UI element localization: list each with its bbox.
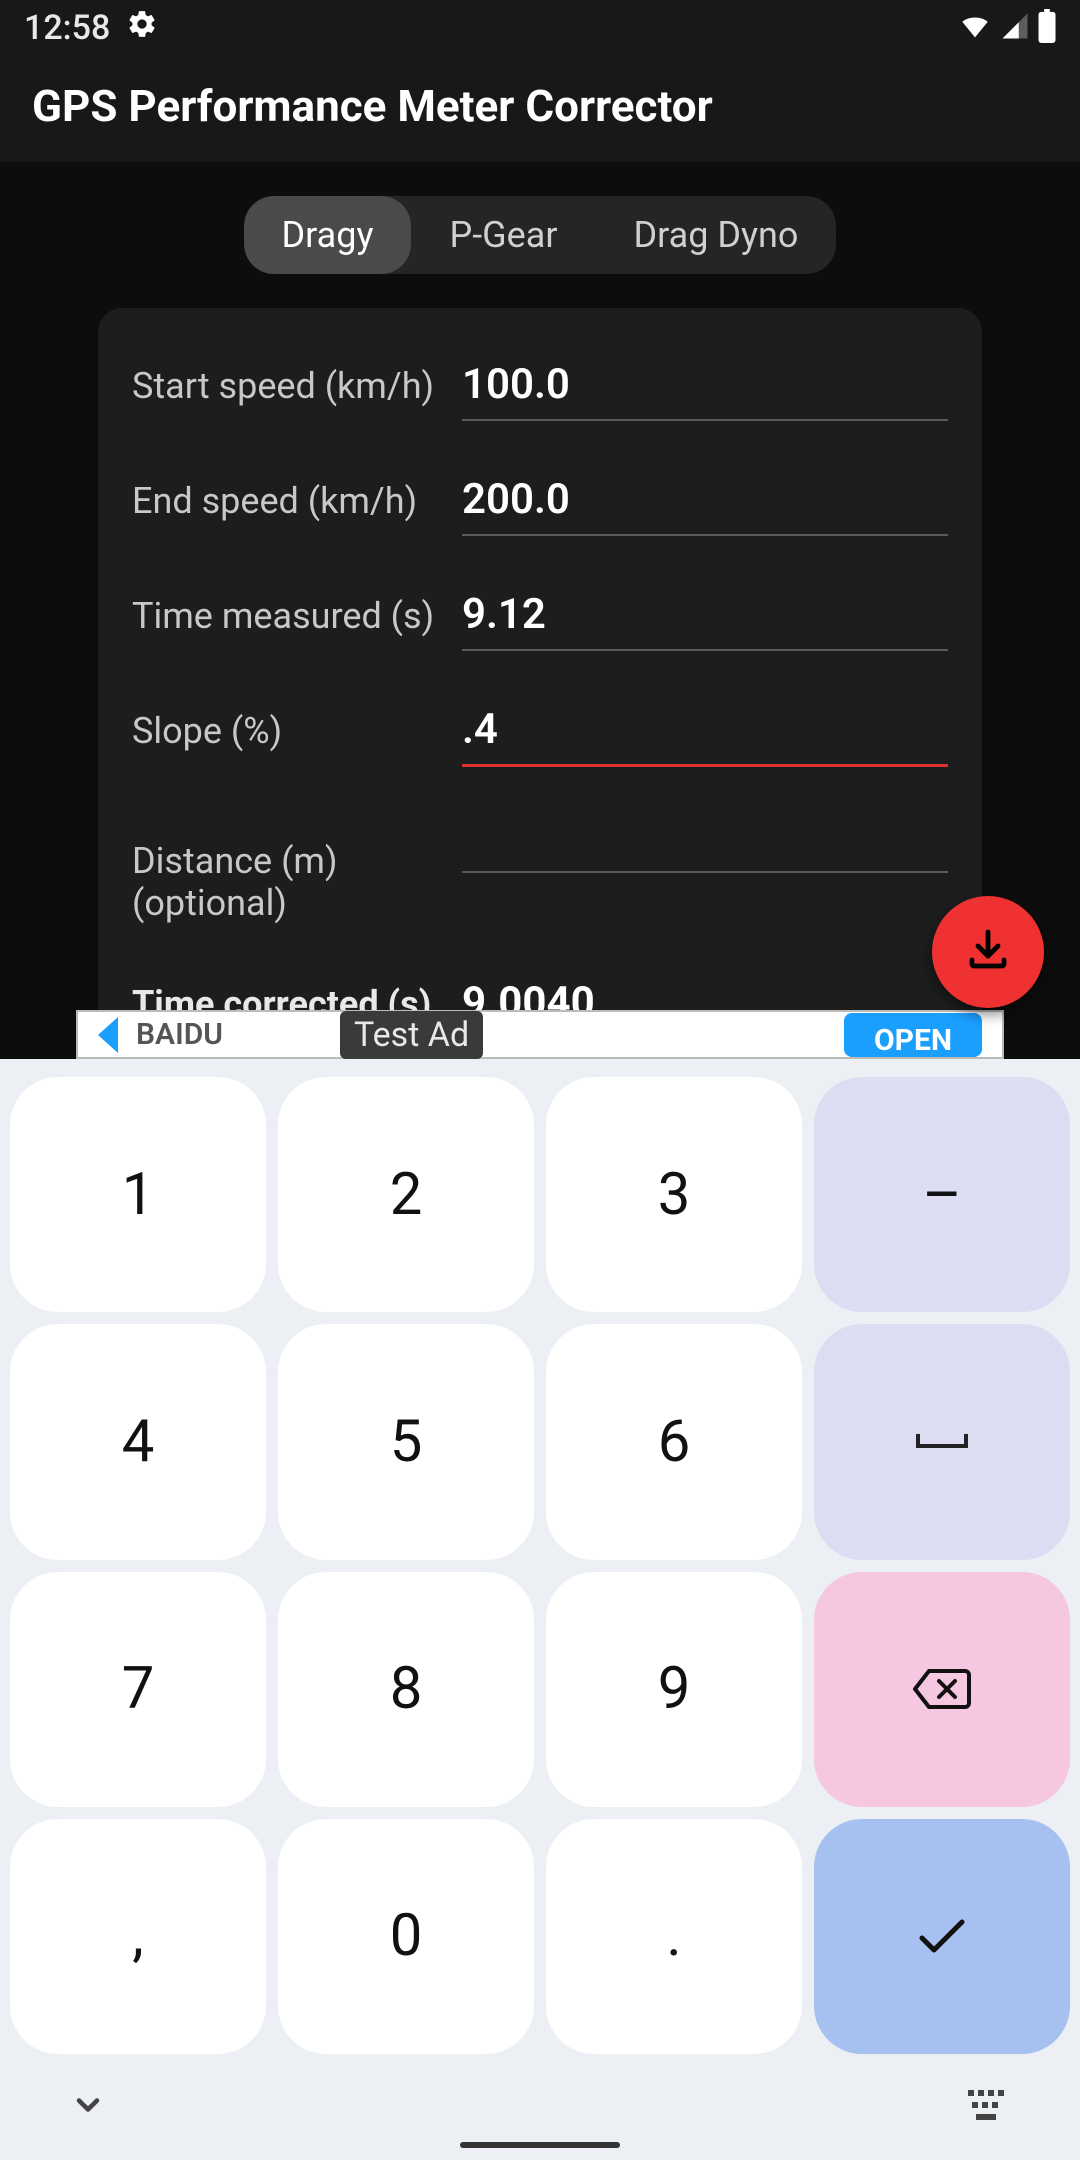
input-time-measured[interactable]: 9.12	[462, 586, 948, 651]
battery-icon	[1038, 9, 1056, 47]
ad-tag: Test Ad	[340, 1011, 483, 1059]
input-end-speed[interactable]: 200.0	[462, 471, 948, 536]
input-start-speed[interactable]: 100.0	[462, 356, 948, 421]
keyboard-icon	[968, 2090, 1010, 2120]
minus-icon: –	[922, 1159, 961, 1230]
label-end-speed: End speed (km/h)	[132, 480, 462, 522]
download-icon	[964, 926, 1012, 978]
ad-logo-icon	[98, 1017, 118, 1053]
key-8[interactable]: 8	[278, 1572, 534, 1807]
key-comma[interactable]: ,	[10, 1819, 266, 2054]
ad-open-button[interactable]: OPEN	[844, 1013, 982, 1057]
gear-icon	[126, 8, 158, 49]
keyboard-mode-button[interactable]	[968, 2090, 1010, 2124]
input-distance[interactable]	[462, 817, 948, 873]
tabs: Dragy P-Gear Drag Dyno	[0, 162, 1080, 292]
page-title: GPS Performance Meter Corrector	[32, 80, 1048, 132]
check-icon	[916, 1916, 968, 1956]
key-3[interactable]: 3	[546, 1077, 802, 1312]
numeric-keyboard: 1 2 3 – 4 5 6 7 8 9 , 0 .	[0, 1059, 1080, 2160]
save-fab[interactable]	[932, 896, 1044, 1008]
key-backspace[interactable]	[814, 1572, 1070, 1807]
row-end-speed: End speed (km/h) 200.0	[132, 471, 948, 536]
collapse-keyboard-button[interactable]	[70, 2087, 106, 2127]
ad-banner[interactable]: BAIDU OPEN	[76, 1010, 1004, 1059]
signal-icon	[1000, 11, 1030, 45]
input-slope[interactable]: .4	[462, 701, 948, 767]
ad-brand: BAIDU	[136, 1017, 844, 1052]
wifi-icon	[958, 9, 992, 47]
key-0[interactable]: 0	[278, 1819, 534, 2054]
key-done[interactable]	[814, 1819, 1070, 2054]
label-time-measured: Time measured (s)	[132, 595, 462, 637]
key-5[interactable]: 5	[278, 1324, 534, 1559]
chevron-down-icon	[70, 2087, 106, 2123]
row-slope: Slope (%) .4	[132, 701, 948, 767]
key-2[interactable]: 2	[278, 1077, 534, 1312]
label-start-speed: Start speed (km/h)	[132, 365, 462, 407]
tab-pgear[interactable]: P-Gear	[411, 196, 595, 274]
status-bar: 12:58	[0, 0, 1080, 56]
nav-handle[interactable]	[460, 2142, 620, 2148]
key-space[interactable]	[814, 1324, 1070, 1559]
backspace-icon	[913, 1667, 971, 1711]
row-distance: Distance (m) (optional)	[132, 817, 948, 924]
tab-dragdyno[interactable]: Drag Dyno	[596, 196, 837, 274]
key-7[interactable]: 7	[10, 1572, 266, 1807]
status-clock: 12:58	[24, 8, 110, 48]
key-6[interactable]: 6	[546, 1324, 802, 1559]
row-time-measured: Time measured (s) 9.12	[132, 586, 948, 651]
key-9[interactable]: 9	[546, 1572, 802, 1807]
key-1[interactable]: 1	[10, 1077, 266, 1312]
key-period[interactable]: .	[546, 1819, 802, 2054]
row-start-speed: Start speed (km/h) 100.0	[132, 356, 948, 421]
label-slope: Slope (%)	[132, 710, 462, 752]
app-bar: GPS Performance Meter Corrector	[0, 56, 1080, 162]
key-4[interactable]: 4	[10, 1324, 266, 1559]
tab-dragy[interactable]: Dragy	[244, 196, 412, 274]
label-distance: Distance (m) (optional)	[132, 840, 462, 924]
key-minus[interactable]: –	[814, 1077, 1070, 1312]
space-icon	[914, 1430, 970, 1454]
